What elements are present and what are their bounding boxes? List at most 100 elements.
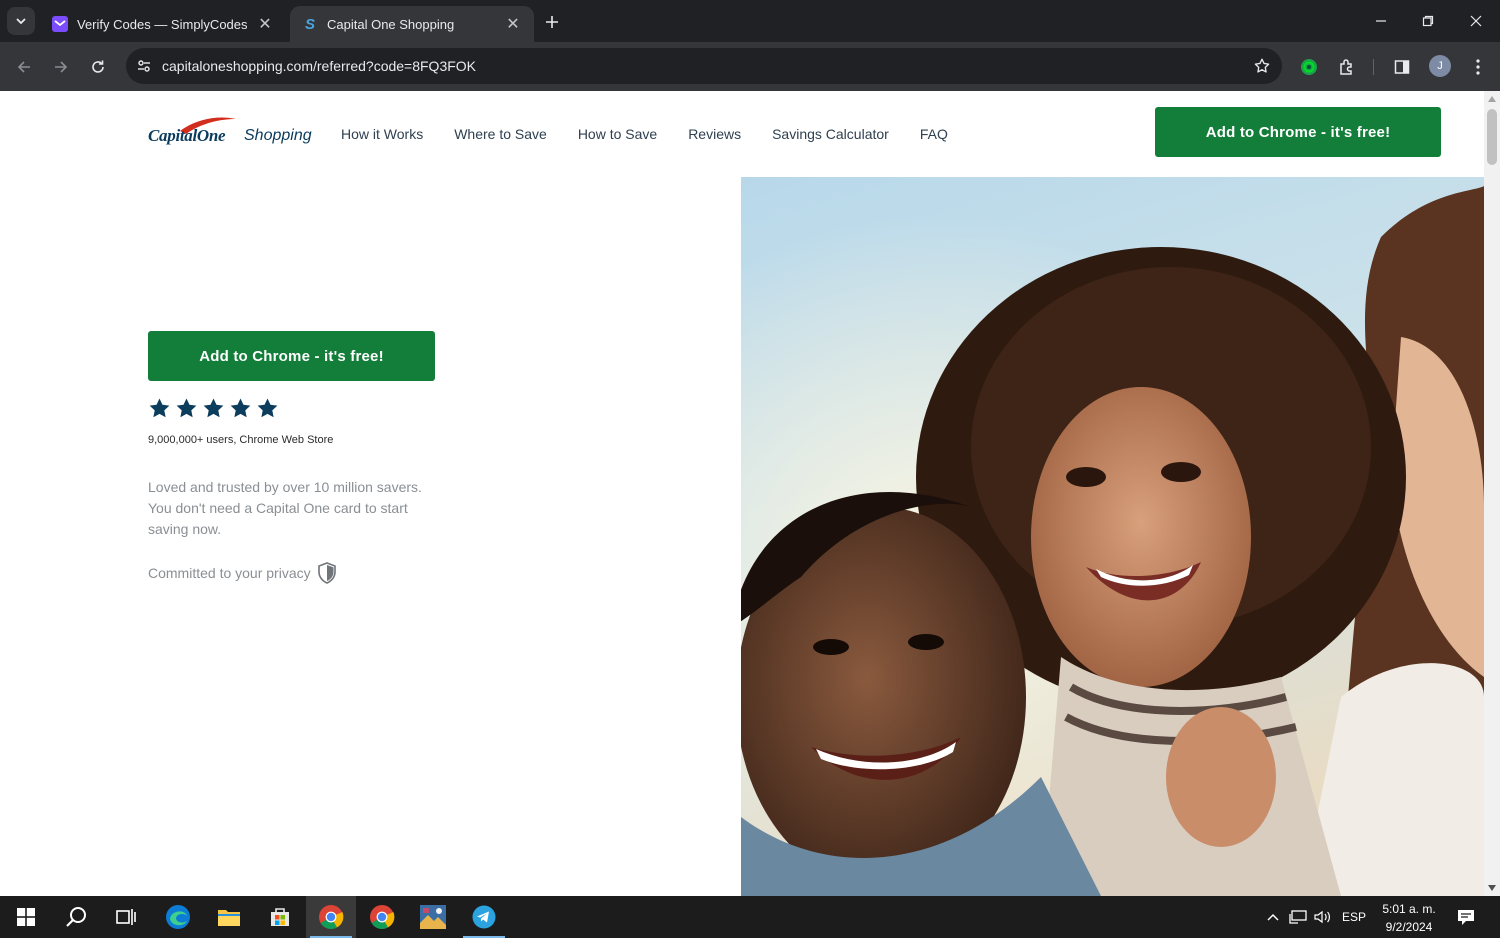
star-icon [176, 398, 197, 418]
taskbar-file-explorer[interactable] [204, 896, 254, 938]
capitalone-s-icon: S [304, 15, 315, 33]
notification-icon [1458, 910, 1474, 925]
star-icon [203, 398, 224, 418]
logo-capital-one: CapitalOne [148, 126, 226, 145]
close-icon[interactable]: ✕ [504, 15, 522, 33]
language-indicator[interactable]: ESP [1338, 896, 1370, 938]
capital-one-shopping-logo[interactable]: CapitalOne Shopping [148, 115, 314, 151]
toolbar-separator [1373, 59, 1374, 75]
explorer-icon [218, 910, 240, 926]
web-page: CapitalOne Shopping How it Works Where t… [0, 91, 1484, 896]
restore-button[interactable] [1413, 8, 1443, 34]
address-bar[interactable]: capitaloneshopping.com/referred?code=8FQ… [126, 48, 1282, 84]
privacy-text: Committed to your privacy [148, 565, 311, 581]
shield-icon [317, 562, 336, 584]
edge-icon [166, 905, 190, 929]
reload-icon [92, 60, 104, 73]
add-to-chrome-header-button[interactable]: Add to Chrome - it's free! [1155, 107, 1441, 157]
star-icon [149, 398, 170, 418]
star-icon [257, 398, 278, 418]
chevron-up-icon [1267, 913, 1279, 921]
task-view-button[interactable] [101, 896, 151, 938]
back-icon [17, 61, 30, 73]
star-icon [230, 398, 251, 418]
logo-shopping: Shopping [244, 127, 312, 144]
add-to-chrome-hero-button[interactable]: Add to Chrome - it's free! [148, 331, 435, 381]
clock-time: 5:01 a. m. [1382, 902, 1436, 916]
browser-toolbar: capitaloneshopping.com/referred?code=8FQ… [0, 42, 1500, 91]
page-scrollbar[interactable] [1484, 91, 1500, 896]
restore-icon [1422, 15, 1434, 27]
close-window-button[interactable] [1461, 8, 1491, 34]
nav-reviews[interactable]: Reviews [688, 126, 741, 142]
privacy-link[interactable]: Committed to your privacy [148, 562, 337, 584]
notifications-button[interactable] [1452, 896, 1480, 938]
main-nav: How it Works Where to Save How to Save R… [341, 126, 948, 142]
scroll-thumb[interactable] [1487, 109, 1497, 165]
taskbar-chrome[interactable] [357, 896, 407, 938]
taskbar-chrome-active[interactable] [306, 896, 356, 938]
store-icon [271, 908, 289, 926]
photos-icon [420, 905, 446, 929]
rating-stars [148, 397, 279, 420]
tab-search-button[interactable] [7, 7, 35, 35]
forward-icon [55, 61, 68, 73]
forward-button[interactable] [47, 53, 75, 81]
url-text[interactable]: capitaloneshopping.com/referred?code=8FQ… [162, 58, 1242, 74]
nav-how-to-save[interactable]: How to Save [578, 126, 657, 142]
windows-icon [17, 908, 35, 926]
extension-green-icon [1301, 59, 1317, 75]
volume-icon [1314, 910, 1330, 924]
users-count: 9,000,000+ users, Chrome Web Store [148, 434, 334, 446]
hero-photo-smiling-people [741, 177, 1484, 896]
tab-title: Verify Codes — SimplyCodes [77, 16, 248, 32]
profile-avatar[interactable]: J [1429, 55, 1451, 77]
tab-capital-one-shopping[interactable]: S Capital One Shopping ✕ [290, 6, 534, 42]
menu-icon [1476, 59, 1480, 75]
clock-date: 9/2/2024 [1385, 920, 1433, 934]
hero-description: Loved and trusted by over 10 million sav… [148, 479, 422, 537]
new-tab-button[interactable] [540, 10, 564, 34]
extensions-menu-button[interactable] [1333, 53, 1361, 81]
scroll-down-icon[interactable] [1488, 884, 1496, 892]
tab-strip: Verify Codes — SimplyCodes ✕ S Capital O… [0, 0, 1500, 42]
show-hidden-icons-button[interactable] [1262, 896, 1284, 938]
chrome-icon [370, 905, 395, 930]
plus-icon [546, 16, 558, 28]
scroll-up-icon[interactable] [1488, 95, 1496, 103]
browser-menu-button[interactable] [1464, 53, 1492, 81]
reload-button[interactable] [84, 53, 112, 81]
telegram-icon [472, 905, 496, 929]
tune-icon[interactable] [126, 58, 162, 74]
nav-savings-calculator[interactable]: Savings Calculator [772, 126, 889, 142]
windows-taskbar: ESP 5:01 a. m. 9/2/2024 [0, 896, 1500, 938]
sidepanel-icon [1394, 60, 1410, 74]
tab-title: Capital One Shopping [327, 16, 455, 32]
taskbar-store[interactable] [255, 896, 305, 938]
taskbar-photos[interactable] [408, 896, 458, 938]
nav-how-it-works[interactable]: How it Works [341, 126, 423, 142]
network-button[interactable] [1286, 896, 1310, 938]
nav-faq[interactable]: FAQ [920, 126, 948, 142]
taskbar-telegram[interactable] [459, 896, 509, 938]
star-icon[interactable] [1242, 57, 1282, 75]
taskbar-edge[interactable] [153, 896, 203, 938]
network-icon [1289, 910, 1307, 924]
start-button[interactable] [1, 896, 51, 938]
chevron-down-icon [16, 18, 26, 25]
close-icon [1470, 15, 1482, 27]
extension-button[interactable] [1295, 53, 1323, 81]
chrome-icon [319, 905, 344, 930]
puzzle-icon [1340, 59, 1352, 75]
taskbar-search-button[interactable] [51, 896, 101, 938]
tab-simplycodes[interactable]: Verify Codes — SimplyCodes ✕ [40, 6, 286, 42]
taskbar-clock[interactable]: 5:01 a. m. 9/2/2024 [1372, 900, 1446, 936]
volume-button[interactable] [1311, 896, 1333, 938]
side-panel-button[interactable] [1388, 53, 1416, 81]
minimize-button[interactable] [1366, 8, 1396, 34]
simplycodes-icon [52, 16, 68, 32]
nav-where-to-save[interactable]: Where to Save [454, 126, 547, 142]
taskview-icon [116, 909, 136, 925]
back-button[interactable] [10, 53, 38, 81]
close-icon[interactable]: ✕ [256, 15, 274, 33]
